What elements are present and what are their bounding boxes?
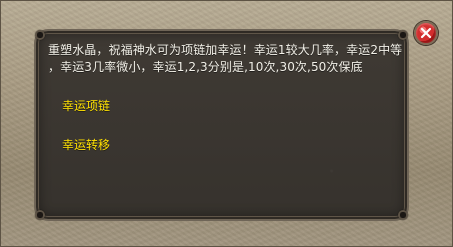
- close-button[interactable]: [414, 21, 438, 45]
- close-icon: [420, 27, 432, 39]
- panel-corner-top-left: [35, 30, 45, 40]
- panel-corner-bottom-left: [35, 210, 45, 220]
- message-line-2: ，幸运3几率微小，幸运1,2,3分别是,10次,30次,50次保底: [48, 60, 363, 74]
- dialog-panel: 重塑水晶，祝福神水可为项链加幸运！幸运1较大几率，幸运2中等 ，幸运3几率微小，…: [35, 30, 408, 220]
- message-line-1: 重塑水晶，祝福神水可为项链加幸运！幸运1较大几率，幸运2中等: [48, 43, 403, 57]
- option-lucky-necklace[interactable]: 幸运项链: [62, 99, 110, 114]
- dialog-frame: 重塑水晶，祝福神水可为项链加幸运！幸运1较大几率，幸运2中等 ，幸运3几率微小，…: [0, 0, 453, 247]
- dialog-message: 重塑水晶，祝福神水可为项链加幸运！幸运1较大几率，幸运2中等 ，幸运3几率微小，…: [48, 42, 403, 76]
- panel-corner-bottom-right: [398, 210, 408, 220]
- panel-corner-top-right: [398, 30, 408, 40]
- option-luck-transfer[interactable]: 幸运转移: [62, 138, 110, 153]
